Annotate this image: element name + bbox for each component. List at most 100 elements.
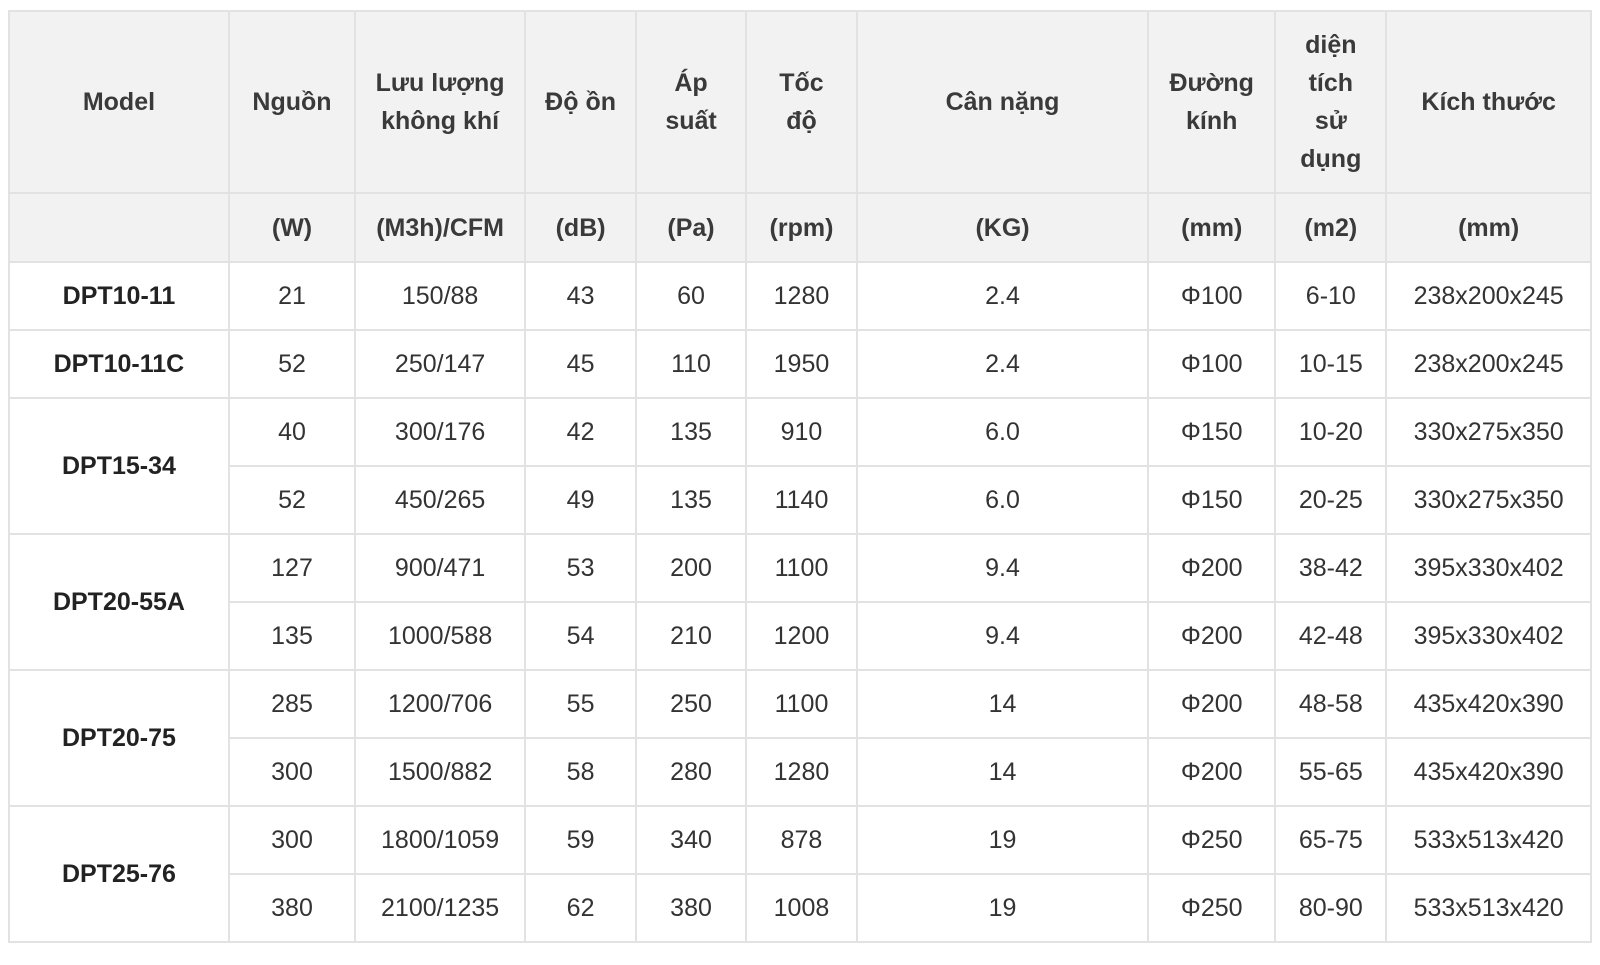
- speed-cell: 1280: [745, 737, 858, 807]
- table-row: 380 2100/1235 62 380 1008 19 Φ250 80-90 …: [9, 873, 1592, 943]
- airflow-cell: 1500/882: [354, 737, 527, 807]
- noise-cell: 59: [524, 805, 638, 875]
- table-row: DPT20-55A 127 900/471 53 200 1100 9.4 Φ2…: [8, 533, 1592, 671]
- noise-cell: 54: [524, 601, 638, 671]
- speed-cell: 1008: [745, 873, 858, 943]
- size-cell: 435x420x390: [1385, 669, 1592, 739]
- header-pressure: Áp suất: [635, 10, 747, 194]
- diameter-cell: Φ150: [1147, 465, 1277, 535]
- noise-cell: 55: [524, 669, 638, 739]
- spec-table: Model Nguồn Lưu lượng không khí Độ ồn Áp…: [8, 10, 1592, 943]
- header-weight: Cân nặng: [855, 10, 1150, 194]
- airflow-cell: 1200/706: [354, 669, 527, 739]
- table-row: 52 450/265 49 135 1140 6.0 Φ150 20-25 33…: [9, 465, 1592, 535]
- diameter-cell: Φ100: [1147, 261, 1277, 331]
- noise-cell: 58: [524, 737, 638, 807]
- header-diameter: Đường kính: [1147, 10, 1277, 194]
- airflow-cell: 1000/588: [354, 601, 527, 671]
- weight-cell: 19: [855, 805, 1150, 875]
- diameter-cell: Φ250: [1147, 873, 1277, 943]
- size-cell: 238x200x245: [1385, 261, 1592, 331]
- speed-cell: 1280: [745, 261, 858, 331]
- power-cell: 285: [227, 669, 357, 739]
- unit-area: (m2): [1274, 192, 1388, 263]
- area-cell: 10-20: [1274, 397, 1388, 467]
- unit-airflow: (M3h)/CFM: [354, 192, 527, 263]
- unit-pressure: (Pa): [635, 192, 747, 263]
- size-cell: 395x330x402: [1385, 601, 1592, 671]
- speed-cell: 1100: [745, 533, 858, 603]
- noise-cell: 53: [524, 533, 638, 603]
- speed-cell: 910: [745, 397, 858, 467]
- unit-weight: (KG): [855, 192, 1150, 263]
- weight-cell: 6.0: [855, 397, 1150, 467]
- header-model: Model: [8, 10, 230, 194]
- area-cell: 38-42: [1274, 533, 1388, 603]
- unit-speed: (rpm): [745, 192, 858, 263]
- header-airflow: Lưu lượng không khí: [354, 10, 527, 194]
- table-row: DPT20-75 285 1200/706 55 250 1100 14 Φ20…: [8, 669, 1592, 807]
- weight-cell: 19: [855, 873, 1150, 943]
- diameter-cell: Φ200: [1147, 669, 1277, 739]
- weight-cell: 2.4: [855, 329, 1150, 399]
- table-row: DPT25-76 300 1800/1059 59 340 878 19 Φ25…: [8, 805, 1592, 943]
- power-cell: 300: [227, 805, 357, 875]
- area-cell: 80-90: [1274, 873, 1388, 943]
- table-row: 135 1000/588 54 210 1200 9.4 Φ200 42-48 …: [9, 601, 1592, 671]
- weight-cell: 2.4: [855, 261, 1150, 331]
- power-cell: 40: [227, 397, 357, 467]
- unit-diameter: (mm): [1147, 192, 1277, 263]
- size-cell: 435x420x390: [1385, 737, 1592, 807]
- model-cell: DPT15-34: [8, 397, 230, 535]
- size-cell: 533x513x420: [1385, 873, 1592, 943]
- speed-cell: 878: [745, 805, 858, 875]
- area-cell: 20-25: [1274, 465, 1388, 535]
- airflow-cell: 900/471: [354, 533, 527, 603]
- pressure-cell: 135: [635, 465, 747, 535]
- speed-cell: 1100: [745, 669, 858, 739]
- model-cell: DPT10-11: [8, 261, 230, 331]
- noise-cell: 45: [524, 329, 638, 399]
- area-cell: 48-58: [1274, 669, 1388, 739]
- weight-cell: 14: [855, 669, 1150, 739]
- pressure-cell: 340: [635, 805, 747, 875]
- speed-cell: 1200: [745, 601, 858, 671]
- header-speed: Tốc độ: [745, 10, 858, 194]
- weight-cell: 9.4: [855, 533, 1150, 603]
- header-area: diện tích sử dụng: [1274, 10, 1388, 194]
- model-cell: DPT20-75: [8, 669, 230, 807]
- airflow-cell: 450/265: [354, 465, 527, 535]
- pressure-cell: 60: [635, 261, 747, 331]
- speed-cell: 1950: [745, 329, 858, 399]
- model-cell: DPT20-55A: [8, 533, 230, 671]
- area-cell: 10-15: [1274, 329, 1388, 399]
- pressure-cell: 210: [635, 601, 747, 671]
- power-cell: 52: [227, 329, 357, 399]
- weight-cell: 14: [855, 737, 1150, 807]
- size-cell: 330x275x350: [1385, 465, 1592, 535]
- unit-model: [8, 192, 230, 263]
- airflow-cell: 300/176: [354, 397, 527, 467]
- table-row: DPT15-34 40 300/176 42 135 910 6.0 Φ150 …: [8, 397, 1592, 535]
- power-cell: 52: [227, 465, 357, 535]
- size-cell: 238x200x245: [1385, 329, 1592, 399]
- airflow-cell: 250/147: [354, 329, 527, 399]
- diameter-cell: Φ200: [1147, 737, 1277, 807]
- size-cell: 533x513x420: [1385, 805, 1592, 875]
- diameter-cell: Φ150: [1147, 397, 1277, 467]
- weight-cell: 9.4: [855, 601, 1150, 671]
- power-cell: 135: [227, 601, 357, 671]
- diameter-cell: Φ100: [1147, 329, 1277, 399]
- pressure-cell: 110: [635, 329, 747, 399]
- size-cell: 395x330x402: [1385, 533, 1592, 603]
- power-cell: 127: [227, 533, 357, 603]
- speed-cell: 1140: [745, 465, 858, 535]
- model-cell: DPT10-11C: [8, 329, 230, 399]
- noise-cell: 62: [524, 873, 638, 943]
- pressure-cell: 380: [635, 873, 747, 943]
- unit-noise: (dB): [524, 192, 638, 263]
- power-cell: 300: [227, 737, 357, 807]
- area-cell: 55-65: [1274, 737, 1388, 807]
- weight-cell: 6.0: [855, 465, 1150, 535]
- power-cell: 380: [227, 873, 357, 943]
